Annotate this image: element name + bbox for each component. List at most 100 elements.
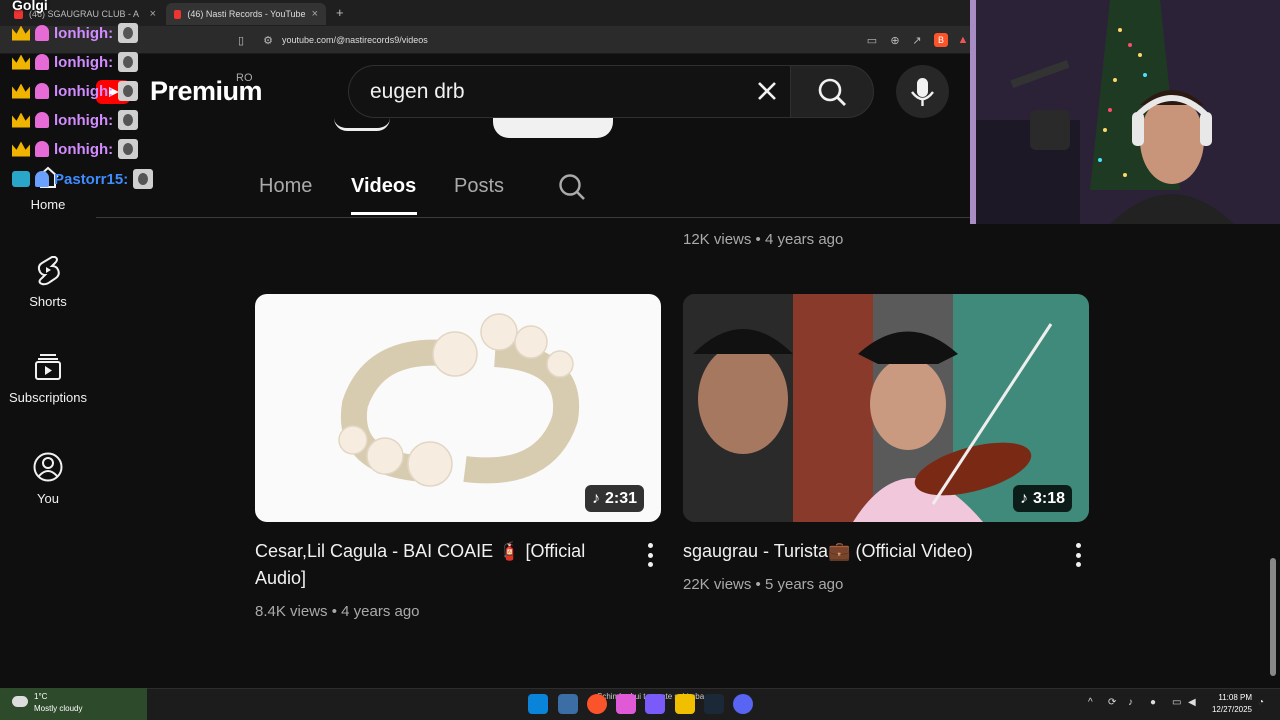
clock-date[interactable]: 12/27/2025 — [1208, 705, 1252, 714]
weather-description: Mostly cloudy — [34, 704, 83, 713]
channel-search-icon[interactable] — [557, 172, 587, 207]
video-meta: 8.4K views • 4 years ago — [255, 603, 420, 620]
tab-home[interactable]: Home — [259, 175, 312, 198]
search-button[interactable] — [790, 65, 874, 118]
temperature: 1°C — [34, 692, 48, 701]
steam-icon[interactable] — [704, 694, 724, 714]
emote-icon — [118, 52, 139, 72]
region-code: RO — [236, 72, 253, 84]
url-field[interactable]: youtube.com/@nastirecords9/videos — [282, 35, 428, 45]
file-explorer-icon[interactable] — [558, 694, 578, 714]
sidebar-item-you[interactable]: You — [0, 451, 96, 506]
bookmark-icon[interactable]: ▯ — [234, 33, 248, 47]
vip-crown-icon — [12, 54, 30, 70]
app-icon[interactable] — [616, 694, 636, 714]
subscriber-badge-icon — [35, 25, 49, 41]
brave-shield-icon[interactable]: B — [934, 33, 948, 47]
emote-icon — [118, 81, 139, 101]
chat-message: lonhigh: — [12, 109, 139, 131]
share-icon[interactable]: ↗ — [910, 33, 924, 47]
streamer-overlay-label: Golgi — [12, 0, 48, 13]
brave-rewards-icon[interactable]: ▲ — [956, 33, 970, 47]
sidebar-item-shorts[interactable]: Shorts — [0, 254, 96, 309]
cloud-icon — [12, 696, 28, 707]
close-tab-icon[interactable]: × — [312, 8, 318, 20]
zoom-icon[interactable]: ⊕ — [888, 33, 902, 47]
cast-icon[interactable]: ▭ — [865, 33, 879, 47]
subscriber-badge-icon — [35, 83, 49, 99]
chat-username: lonhigh: — [54, 82, 114, 100]
clear-search-icon[interactable] — [752, 76, 782, 106]
tab-videos[interactable]: Videos — [351, 175, 416, 198]
brave-browser-icon[interactable] — [587, 694, 607, 714]
meta-separator: • — [331, 603, 342, 620]
chat-username: lonhigh: — [54, 53, 114, 71]
weather-widget[interactable]: 1°C Mostly cloudy — [0, 688, 147, 720]
sidebar-item-label: Shorts — [29, 294, 67, 309]
emote-icon — [118, 23, 139, 43]
subscriptions-icon — [35, 354, 61, 380]
view-count: 12K views — [683, 231, 752, 248]
video-duration-badge: ♪ 2:31 — [585, 485, 645, 512]
subscriber-badge-icon — [35, 141, 49, 157]
video-title[interactable]: sgaugrau - Turista💼 (Official Video) — [683, 538, 1043, 565]
clock-time[interactable]: 11:08 PM — [1212, 693, 1252, 702]
emote-icon — [118, 139, 139, 159]
network-icon[interactable]: ▭ — [1172, 697, 1181, 708]
start-button-icon[interactable] — [528, 694, 548, 714]
app-icon[interactable] — [645, 694, 665, 714]
og-badge-icon — [12, 171, 30, 187]
chat-message: lonhigh: — [12, 138, 139, 160]
upload-age: 5 years ago — [764, 576, 844, 593]
music-note-icon: ♪ — [1020, 489, 1028, 507]
shorts-icon — [37, 256, 60, 286]
close-tab-icon[interactable]: × — [150, 8, 156, 20]
chat-message: lonhigh: — [12, 22, 139, 44]
video-title[interactable]: Cesar,Lil Cagula - BAI COAIE 🧯 [Official… — [255, 538, 615, 592]
subscriber-badge-icon — [35, 171, 49, 187]
webcam-feed — [970, 0, 1280, 224]
tray-overflow-icon[interactable]: ^ — [1088, 697, 1093, 708]
microphone-icon — [911, 78, 934, 106]
tab-title: (46) Nasti Records - YouTube — [187, 9, 306, 19]
site-info-icon[interactable]: ⚙ — [261, 33, 275, 47]
chat-message: Pastorr15: — [12, 168, 154, 190]
vip-crown-icon — [12, 25, 30, 41]
speaker-icon[interactable]: ◀ — [1188, 697, 1196, 708]
sidebar-item-label: Subscriptions — [8, 390, 88, 405]
emote-icon — [118, 110, 139, 130]
address-bar — [0, 26, 970, 54]
active-tab-indicator — [351, 212, 417, 215]
youtube-favicon-icon — [174, 9, 182, 19]
video-meta-above: 12K views • 4 years ago — [683, 231, 843, 248]
chat-username: lonhigh: — [54, 140, 114, 158]
notifications-icon[interactable]: ◔ — [1258, 697, 1264, 708]
chat-username: lonhigh: — [54, 24, 114, 42]
subscribe-button-fragment[interactable] — [493, 118, 613, 138]
voice-search-button[interactable] — [896, 65, 949, 118]
more-options-icon[interactable] — [647, 543, 653, 567]
sync-icon[interactable]: ⟳ — [1108, 697, 1116, 708]
mic-tray-icon[interactable]: ● — [1150, 697, 1156, 708]
volume-icon[interactable]: ♪ — [1128, 697, 1133, 708]
vip-crown-icon — [12, 112, 30, 128]
subscriber-badge-icon — [35, 54, 49, 70]
discord-icon[interactable] — [733, 694, 753, 714]
chat-username: lonhigh: — [54, 111, 114, 129]
page-scrollbar[interactable] — [1270, 558, 1276, 676]
sidebar-item-label: You — [37, 491, 59, 506]
sidebar-item-subscriptions[interactable]: Subscriptions — [0, 352, 96, 405]
upload-age: 4 years ago — [764, 231, 844, 248]
more-options-icon[interactable] — [1075, 543, 1081, 567]
tab-posts[interactable]: Posts — [454, 175, 504, 198]
folder-icon[interactable] — [675, 694, 695, 714]
sidebar-item-label: Home — [30, 197, 66, 212]
webcam-scene — [970, 0, 1280, 224]
subscriber-badge-icon — [35, 112, 49, 128]
video-meta: 22K views • 5 years ago — [683, 576, 843, 593]
browser-tab-nasti-records[interactable]: (46) Nasti Records - YouTube × — [166, 3, 326, 25]
chat-message: lonhigh: — [12, 80, 139, 102]
vip-crown-icon — [12, 141, 30, 157]
new-tab-button[interactable]: + — [336, 5, 344, 20]
music-note-icon: ♪ — [592, 489, 600, 507]
